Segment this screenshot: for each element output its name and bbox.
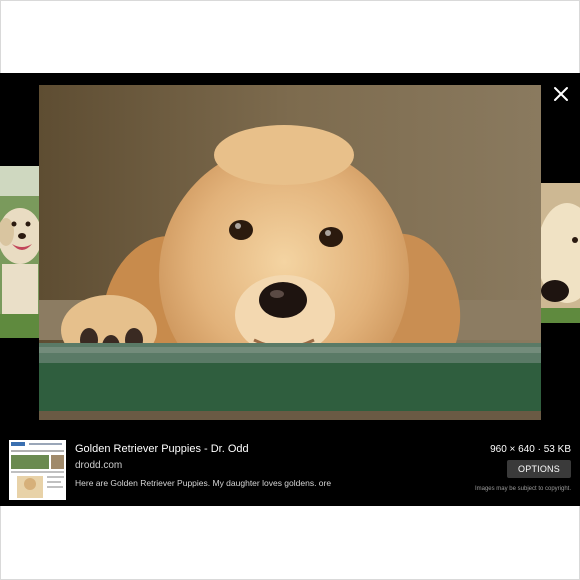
options-button[interactable]: OPTIONS bbox=[507, 460, 571, 478]
copyright-notice: Images may be subject to copyright. bbox=[474, 486, 571, 492]
main-image bbox=[39, 85, 541, 420]
image-description: Here are Golden Retriever Puppies. My da… bbox=[75, 478, 332, 488]
next-image-thumbnail[interactable] bbox=[541, 183, 580, 323]
image-dimensions: 960 × 640 · 53 KB bbox=[490, 444, 571, 455]
source-page-thumbnail[interactable] bbox=[9, 440, 66, 500]
source-domain[interactable]: drodd.com bbox=[75, 459, 435, 472]
image-title[interactable]: Golden Retriever Puppies - Dr. Odd bbox=[75, 442, 435, 456]
close-icon[interactable] bbox=[550, 83, 572, 105]
image-viewer-panel: Golden Retriever Puppies - Dr. Odd drodd… bbox=[0, 73, 580, 506]
image-info-bar: Golden Retriever Puppies - Dr. Odd drodd… bbox=[0, 436, 580, 506]
previous-image-thumbnail[interactable] bbox=[0, 166, 40, 338]
image-metadata: Golden Retriever Puppies - Dr. Odd drodd… bbox=[75, 442, 435, 489]
